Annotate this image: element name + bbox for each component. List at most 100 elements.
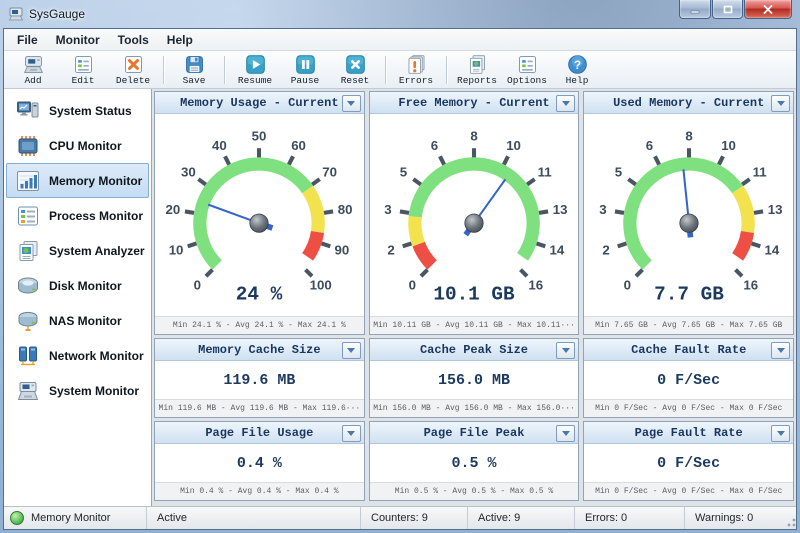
sidebar-item-system-analyzer[interactable]: System Analyzer [6,233,149,268]
edit-icon [72,53,95,76]
toolbar-resume-button[interactable]: Resume [230,53,280,87]
panel-title: Memory Usage - Current [180,95,339,110]
toolbar-reset-button[interactable]: Reset [330,53,380,87]
toolbar-reports-button[interactable]: Reports [452,53,502,87]
panel-title: Cache Fault Rate [631,342,747,357]
panel-header: Cache Peak Size [369,339,579,362]
app-icon [8,6,24,22]
panel-min-avg-max-label: Min 10.11 GB - Avg 10.11 GB - Max 10.11·… [369,316,579,335]
panel-menu-button[interactable] [771,425,791,443]
panel-menu-button[interactable] [556,342,576,360]
panel-menu-button[interactable] [771,95,791,112]
toolbar-save-button[interactable]: Save [169,53,219,87]
save-icon [183,53,206,76]
status-monitor-label: Memory Monitor [31,512,111,524]
panel-header: Cache Fault Rate [584,339,794,362]
panel-min-avg-max-label: Min 0 F/Sec - Avg 0 F/Sec - Max 0 F/Sec [584,482,794,500]
chevron-down-icon [776,101,785,106]
menu-monitor[interactable]: Monitor [47,31,109,49]
status-errors-label: Errors: 0 [585,512,628,524]
panel-min-avg-max-label: Min 156.0 MB - Avg 156.0 MB - Max 156.0·… [369,399,579,418]
sidebar-item-cpu-monitor[interactable]: CPU Monitor [6,128,149,163]
toolbar-button-label: Delete [115,75,151,86]
free-memory-current-panel: Free Memory - Current 0 2 3 5 6 8 10 11 13 14 16 10.… [368,91,580,336]
title-bar: SysGauge [0,0,800,28]
status-bar: Memory Monitor Active Counters: 9 Active… [4,506,796,529]
panel-header: Page File Usage [155,422,364,445]
status-counters-label: Counters: 9 [371,512,428,524]
sidebar-item-network-monitor[interactable]: Network Monitor [6,338,149,373]
cache-fault-rate-panel: Cache Fault Rate 0 F/Sec Min 0 F/Sec - Avg… [583,338,795,419]
panel-title: Memory Cache Size [198,342,321,357]
menu-help[interactable]: Help [158,31,202,49]
delete-icon [122,53,145,76]
window-title: SysGauge [29,7,86,21]
status-active-count-label: Active: 9 [478,512,521,524]
toolbar-button-label: Resume [237,75,273,86]
sidebar-item-label: System Status [49,103,132,118]
app-window: SysGauge File Monitor Tools Help Add Edit Del… [0,0,800,533]
maximize-button[interactable] [712,0,743,19]
panel-menu-button[interactable] [556,95,576,112]
panel-body: 0 F/Sec [584,361,793,399]
menu-bar: File Monitor Tools Help [4,29,796,51]
svg-text:6: 6 [431,138,438,153]
page-file-peak-panel: Page File Peak 0.5 % Min 0.5 % - Avg 0.5 %… [368,421,580,501]
cpu-monitor-icon [16,135,40,157]
panel-title: Page File Peak [423,425,525,440]
sidebar-item-process-monitor[interactable]: Process Monitor [6,198,149,233]
toolbar-delete-button[interactable]: Delete [108,53,158,87]
panel-menu-button[interactable] [771,342,791,360]
sidebar: System Status CPU Monitor Memory Monitor Pr… [4,89,152,506]
svg-text:50: 50 [252,129,267,144]
menu-file[interactable]: File [8,31,47,49]
gauge-used-memory-current: 0 2 3 5 6 8 10 11 13 14 16 7.7 GB [599,129,782,305]
panel-body: 0 10 20 30 40 50 60 70 80 90 100 24 % [155,114,364,316]
resize-grip[interactable] [786,517,796,527]
minimize-button[interactable] [679,0,711,19]
sidebar-item-disk-monitor[interactable]: Disk Monitor [6,268,149,303]
system-analyzer-icon [16,240,40,262]
toolbar-options-button[interactable]: Options [502,53,552,87]
toolbar-pause-button[interactable]: Pause [280,53,330,87]
panel-min-avg-max-label: Min 119.6 MB - Avg 119.6 MB - Max 119.6·… [155,399,364,418]
sidebar-item-system-monitor[interactable]: System Monitor [6,373,149,408]
help-icon: ? [566,53,589,76]
svg-text:80: 80 [338,202,353,217]
sidebar-item-memory-monitor[interactable]: Memory Monitor [6,163,149,198]
panel-min-avg-max-label: Min 0.5 % - Avg 0.5 % - Max 0.5 % [369,482,579,500]
panel-body: 0.5 % [370,444,579,482]
toolbar-button-label: Reset [340,75,370,86]
toolbar-button-label: Save [182,75,206,86]
close-button[interactable] [744,0,792,19]
svg-text:16: 16 [528,278,543,293]
svg-text:13: 13 [553,202,568,217]
svg-text:14: 14 [764,243,779,258]
add-icon [22,53,45,76]
menu-tools[interactable]: Tools [109,31,158,49]
svg-text:8: 8 [685,129,692,144]
panel-menu-button[interactable] [341,425,361,443]
toolbar-edit-button[interactable]: Edit [58,53,108,87]
panel-header: Memory Usage - Current [155,92,364,114]
panel-menu-button[interactable] [556,425,576,443]
sidebar-item-system-status[interactable]: System Status [6,93,149,128]
svg-text:13: 13 [767,202,782,217]
sidebar-item-label: System Analyzer [49,243,145,258]
toolbar: Add Edit Delete Save Resume Pause Reset Errors R… [4,51,796,89]
toolbar-help-button[interactable]: ? Help [552,53,602,87]
panel-menu-button[interactable] [341,95,361,112]
toolbar-add-button[interactable]: Add [8,53,58,87]
gauge-free-memory-current: 0 2 3 5 6 8 10 11 13 14 16 10.1 GB [384,129,568,305]
panel-header: Page File Peak [369,422,579,445]
nas-monitor-icon [16,310,40,332]
sidebar-item-label: Disk Monitor [49,278,122,293]
counter-value-label: 0 F/Sec [657,371,721,389]
panel-menu-button[interactable] [341,342,361,360]
memory-monitor-icon [16,170,40,192]
counter-row-1: Memory Cache Size 119.6 MB Min 119.6 MB - … [154,338,795,419]
toolbar-button-label: Add [24,75,42,86]
svg-text:8: 8 [470,129,477,144]
sidebar-item-nas-monitor[interactable]: NAS Monitor [6,303,149,338]
toolbar-errors-button[interactable]: Errors [391,53,441,87]
